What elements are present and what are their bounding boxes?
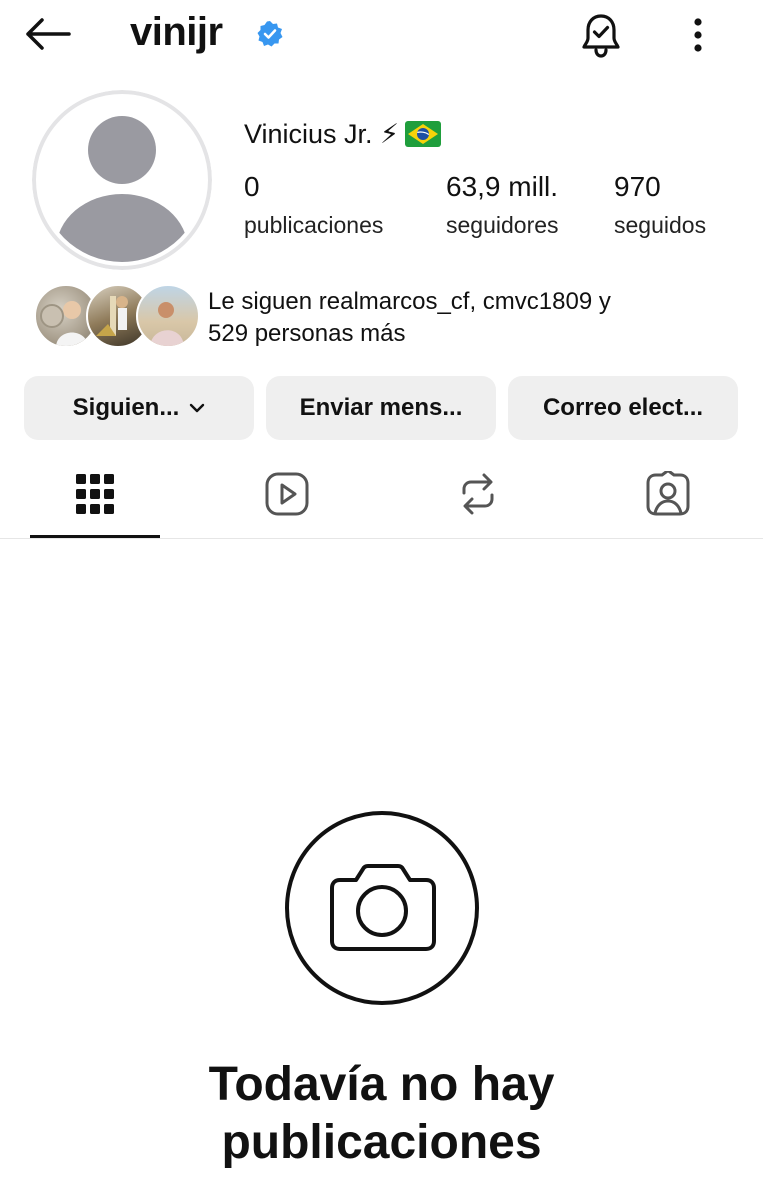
more-options-button[interactable] (672, 10, 724, 60)
more-vertical-icon (694, 18, 702, 52)
posts-count: 0 (244, 171, 260, 202)
camera-icon (285, 811, 479, 1005)
following-count: 970 (614, 171, 661, 202)
profile-username: vinijr (130, 10, 223, 54)
stat-followers[interactable]: 63,9 mill. seguidores (446, 170, 559, 242)
email-button[interactable]: Correo elect... (508, 376, 738, 440)
full-name-text: Vinicius Jr. ⚡ (244, 119, 400, 149)
profile-full-name: Vinicius Jr. ⚡ (244, 114, 442, 154)
back-arrow-icon (26, 18, 71, 50)
verified-badge-icon (257, 21, 283, 47)
bell-check-icon (582, 14, 620, 58)
posts-label: publicaciones (244, 212, 384, 238)
send-message-button[interactable]: Enviar mens... (266, 376, 496, 440)
tab-tagged[interactable] (603, 452, 733, 536)
mutual-follower-avatar (136, 284, 200, 348)
following-button[interactable]: Siguien... (24, 376, 254, 440)
profile-avatar[interactable] (32, 90, 212, 270)
tabs-divider (0, 538, 763, 539)
followers-count: 63,9 mill. (446, 171, 559, 202)
tab-posts-grid[interactable] (30, 452, 160, 536)
notifications-bell-button[interactable] (574, 10, 628, 60)
tab-reposts[interactable] (413, 452, 543, 536)
reposts-icon (462, 473, 494, 515)
mutual-followers-avatars[interactable] (34, 284, 200, 348)
mutual-followers-line-1: Le siguen realmarcos_cf, cmvc1809 y (208, 288, 611, 315)
stat-posts[interactable]: 0 publicaciones (244, 170, 383, 242)
empty-state-title-line-2: publicaciones (221, 1116, 542, 1169)
send-message-button-label: Enviar mens... (299, 394, 463, 421)
reels-icon (265, 472, 309, 516)
empty-state-title: Todavía no hay publicaciones (0, 1056, 763, 1172)
mutual-followers-text[interactable]: Le siguen realmarcos_cf, cmvc1809 y 529 … (208, 286, 748, 350)
brazil-flag-icon (405, 121, 442, 147)
following-button-label: Siguien... (72, 394, 180, 421)
stat-following[interactable]: 970 seguidos (614, 170, 706, 242)
grid-icon (76, 474, 114, 514)
following-label: seguidos (614, 212, 707, 238)
chevron-down-icon (190, 403, 205, 413)
followers-label: seguidores (446, 212, 559, 238)
tab-reels[interactable] (222, 452, 352, 536)
tagged-icon (646, 471, 690, 516)
back-button[interactable] (20, 10, 76, 58)
email-button-label: Correo elect... (542, 394, 704, 421)
empty-state-title-line-1: Todavía no hay (208, 1058, 555, 1111)
mutual-followers-line-2: 529 personas más (208, 320, 406, 347)
